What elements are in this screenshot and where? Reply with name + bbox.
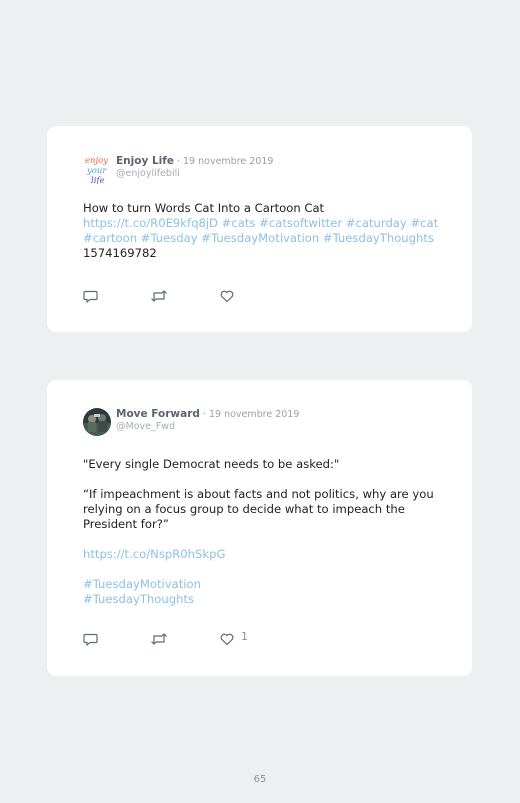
tweet-card: enjoy your life Enjoy Life · 19 novembre… bbox=[47, 126, 472, 332]
like-button[interactable]: 1 bbox=[219, 630, 248, 647]
tweet-link[interactable]: https://t.co/NspR0hSkpG bbox=[83, 547, 443, 562]
tweet-links[interactable]: https://t.co/R0E9kfq8jD #cats #catsoftwi… bbox=[83, 216, 438, 245]
retweet-icon bbox=[151, 633, 167, 645]
hashtag-link[interactable]: #TuesdayThoughts bbox=[83, 592, 443, 607]
like-icon bbox=[220, 633, 234, 646]
author-handle[interactable]: @enjoylifebili bbox=[116, 168, 180, 179]
reply-icon bbox=[83, 290, 98, 304]
enjoy-your-life-logo-icon: enjoy your life bbox=[85, 156, 108, 184]
tweet-paragraph: "Every single Democrat needs to be asked… bbox=[83, 457, 340, 471]
tweet-body: "Every single Democrat needs to be asked… bbox=[83, 457, 443, 607]
tweet-text-tail: 1574169782 bbox=[83, 246, 157, 260]
retweet-button[interactable] bbox=[150, 631, 168, 647]
author-line: Enjoy Life · 19 novembre 2019 bbox=[116, 155, 273, 167]
retweet-button[interactable] bbox=[150, 288, 168, 304]
tweet-card: Move Forward · 19 novembre 2019 @Move_Fw… bbox=[47, 380, 472, 676]
tweet-paragraph: “If impeachment is about facts and not p… bbox=[83, 487, 434, 531]
author-handle[interactable]: @Move_Fwd bbox=[116, 421, 175, 432]
page-number: 65 bbox=[253, 774, 267, 785]
like-button[interactable] bbox=[219, 288, 235, 304]
tweet-date: · 19 novembre 2019 bbox=[173, 156, 274, 167]
author-name[interactable]: Enjoy Life bbox=[116, 155, 174, 167]
reply-icon bbox=[83, 633, 98, 647]
like-icon bbox=[220, 290, 234, 303]
avatar[interactable]: enjoy your life bbox=[83, 154, 111, 184]
reply-button[interactable] bbox=[83, 631, 99, 647]
author-line: Move Forward · 19 novembre 2019 bbox=[116, 408, 299, 420]
author-name[interactable]: Move Forward bbox=[116, 408, 200, 420]
svg-text:your: your bbox=[86, 166, 107, 176]
soldiers-photo-avatar-icon bbox=[83, 408, 111, 436]
svg-text:life: life bbox=[91, 176, 105, 184]
reply-button[interactable] bbox=[83, 288, 99, 304]
tweet-body: How to turn Words Cat Into a Cartoon Cat… bbox=[83, 201, 443, 261]
retweet-icon bbox=[151, 290, 167, 302]
hashtag-link[interactable]: #TuesdayMotivation bbox=[83, 577, 443, 592]
svg-text:enjoy: enjoy bbox=[85, 156, 108, 166]
avatar[interactable] bbox=[83, 407, 111, 437]
tweet-text: How to turn Words Cat Into a Cartoon Cat bbox=[83, 201, 325, 215]
tweet-date: · 19 novembre 2019 bbox=[199, 409, 300, 420]
like-count: 1 bbox=[241, 630, 248, 643]
